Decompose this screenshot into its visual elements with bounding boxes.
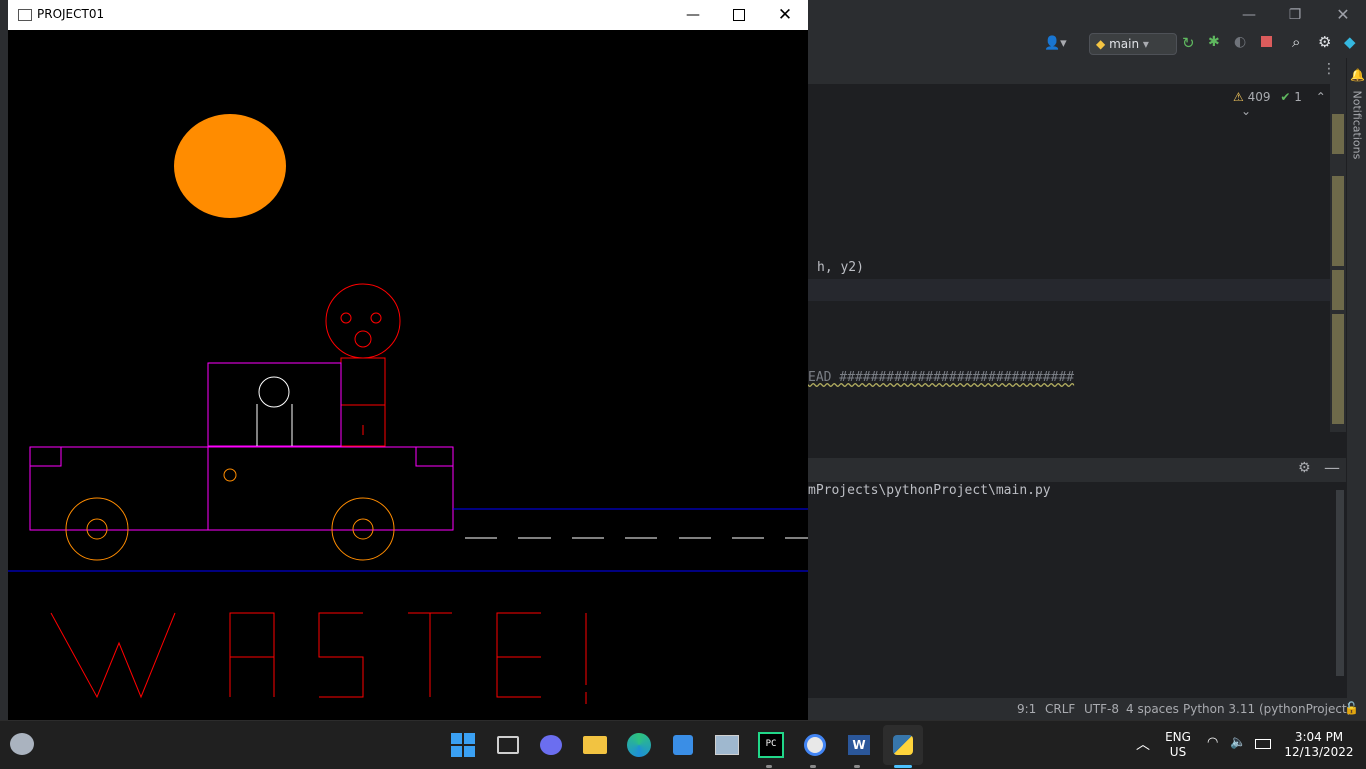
run-command-path: mProjects\pythonProject\main.py <box>808 483 1051 498</box>
caret-position[interactable]: 9:1 <box>1017 702 1036 716</box>
wheel-front-hub <box>352 518 374 540</box>
clock-time: 3:04 PM <box>1294 730 1344 744</box>
error-stripe <box>1332 314 1344 424</box>
chrome-profile-icon[interactable] <box>795 725 835 765</box>
truck-body <box>29 446 454 531</box>
project-window: PROJECT01 — ✕ <box>8 0 808 720</box>
person-eye-left <box>340 312 352 324</box>
gear-icon[interactable]: ⚙ <box>1318 33 1331 51</box>
language-code: ENG <box>1165 730 1191 744</box>
warning-icon: ⚠ <box>1233 90 1244 104</box>
edge-icon[interactable] <box>619 725 659 765</box>
battery-icon[interactable] <box>1255 739 1271 749</box>
truck-tail-light <box>29 446 62 467</box>
notifications-sidebar: 🔔 Notifications <box>1346 58 1366 720</box>
driver-head <box>258 376 290 408</box>
person-eye-right <box>370 312 382 324</box>
ide-minimize-icon[interactable]: — <box>1226 0 1272 30</box>
code-line: h, y2) <box>817 260 864 275</box>
debug-icon[interactable]: ✱ <box>1208 34 1220 50</box>
person-mouth <box>354 330 372 348</box>
python-app-icon[interactable] <box>883 725 923 765</box>
clock-date: 12/13/2022 <box>1284 745 1354 759</box>
stop-icon[interactable] <box>1261 36 1272 47</box>
minimize-icon[interactable]: — <box>670 0 716 30</box>
wifi-icon[interactable]: ◠ <box>1207 735 1218 750</box>
close-icon[interactable]: ✕ <box>762 0 808 30</box>
chevron-up-icon[interactable]: ︿ <box>1136 734 1150 754</box>
branch-label: main <box>1109 37 1140 51</box>
hide-panel-icon[interactable]: — <box>1324 458 1340 477</box>
photos-icon[interactable] <box>707 725 747 765</box>
chevron-down-icon: ▾ <box>1142 37 1149 51</box>
ide-toolbar: 👤▾ ◆ main ▾ ↻ ✱ ◐ ⌕ ⚙ ◆ <box>808 30 1366 58</box>
truck-head-light <box>415 446 454 467</box>
volume-icon[interactable]: 🔈 <box>1230 735 1246 750</box>
inspection-widget[interactable]: ⚠ 409 ✔ 1 ⌃ ⌄ <box>1233 90 1330 118</box>
waste-letters <box>50 612 587 704</box>
check-icon: ✔ <box>1280 90 1291 104</box>
wheel-rear <box>65 497 129 561</box>
wheel-front <box>331 497 395 561</box>
line-separator[interactable]: CRLF <box>1045 702 1075 716</box>
store-icon[interactable] <box>663 725 703 765</box>
editor-tabs: ⋮ <box>808 58 1336 85</box>
language-indicator[interactable]: ENG US <box>1162 730 1194 760</box>
error-stripe <box>1332 176 1344 266</box>
interpreter-selector[interactable]: Python 3.11 (pythonProject) <box>1183 702 1351 716</box>
branch-selector[interactable]: ◆ main ▾ <box>1089 33 1177 55</box>
app-icon <box>18 9 32 21</box>
gear-icon[interactable]: ⚙ <box>1298 460 1311 476</box>
error-stripe <box>1332 114 1344 154</box>
maximize-icon[interactable] <box>716 0 762 30</box>
chat-icon[interactable] <box>531 725 571 765</box>
notifications-tab[interactable]: Notifications <box>1351 91 1364 160</box>
run-panel-header: ⚙ — <box>808 458 1346 482</box>
weather-icon[interactable] <box>10 733 34 755</box>
coverage-icon[interactable]: ◐ <box>1234 34 1246 50</box>
ide-restore-icon[interactable]: ❐ <box>1272 0 1318 30</box>
next-highlight-icon[interactable]: ⌄ <box>1241 104 1251 118</box>
file-explorer-icon[interactable] <box>575 725 615 765</box>
truck-door-knob <box>223 468 237 482</box>
project-titlebar[interactable]: PROJECT01 — ✕ <box>8 0 808 31</box>
region-code: US <box>1169 745 1187 759</box>
word-icon[interactable]: W <box>839 725 879 765</box>
truck-cab <box>207 362 342 447</box>
code-comment-line: EAD ############################## <box>808 370 1075 385</box>
indent-setting[interactable]: 4 spaces <box>1126 702 1179 716</box>
ok-count: 1 <box>1294 90 1302 104</box>
task-view-icon[interactable] <box>488 725 528 765</box>
run-console[interactable]: mProjects\pythonProject\main.py <box>808 482 1346 678</box>
drawing-canvas: WASTE! <box>8 30 808 720</box>
panel-gap <box>808 678 1346 698</box>
warning-count: 409 <box>1247 90 1271 104</box>
taskbar: PC W ︿ ENG US ◠ 🔈 3:04 PM 12/13/2022 <box>0 720 1366 769</box>
clock[interactable]: 3:04 PM 12/13/2022 <box>1282 730 1356 760</box>
user-icon[interactable]: 👤▾ <box>1044 36 1067 51</box>
scene-svg <box>8 114 808 704</box>
prev-highlight-icon[interactable]: ⌃ <box>1316 90 1326 104</box>
more-options-icon[interactable]: ⋮ <box>1322 61 1336 77</box>
rerun-icon[interactable]: ↻ <box>1182 34 1195 52</box>
panel-divider <box>808 432 1346 458</box>
sun <box>174 114 286 218</box>
python-icon: ◆ <box>1096 37 1106 51</box>
file-encoding[interactable]: UTF-8 <box>1084 702 1119 716</box>
project-window-title: PROJECT01 <box>37 7 105 21</box>
bell-icon[interactable]: 🔔 <box>1350 68 1365 82</box>
lock-icon[interactable]: 🔓 <box>1344 701 1359 715</box>
editor-scroll-markers[interactable] <box>1330 84 1346 432</box>
search-icon[interactable]: ⌕ <box>1292 33 1300 51</box>
wheel-rear-hub <box>86 518 108 540</box>
start-icon[interactable] <box>443 725 483 765</box>
ai-assistant-icon[interactable]: ◆ <box>1344 33 1356 51</box>
console-scrollbar[interactable] <box>1336 490 1344 676</box>
pycharm-icon[interactable]: PC <box>751 725 791 765</box>
status-bar: 9:1 CRLF UTF-8 4 spaces Python 3.11 (pyt… <box>808 698 1366 720</box>
caret-row <box>808 279 1330 301</box>
ide-close-icon[interactable]: ✕ <box>1320 0 1366 30</box>
error-stripe <box>1332 270 1344 310</box>
